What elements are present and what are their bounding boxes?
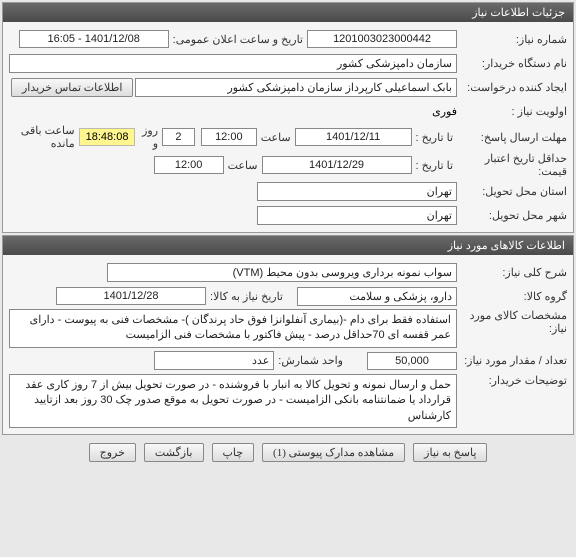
city-value: تهران — [257, 206, 457, 225]
time-label-1: ساعت — [257, 131, 295, 144]
min-valid-date: 1401/12/29 — [262, 156, 412, 174]
spec-value: استفاده فقط برای دام -(بیماری آنفلوانزا … — [9, 309, 457, 348]
row-qty: تعداد / مقدار مورد نیاز: 50,000 واحد شما… — [9, 350, 567, 372]
deadline-date: 1401/12/11 — [295, 128, 412, 146]
buyer-label: نام دستگاه خریدار: — [457, 57, 567, 70]
panel1-body: شماره نیاز: 1201003023000442 تاریخ و ساع… — [3, 22, 573, 232]
action-button-row: پاسخ به نیاز مشاهده مدارک پیوستی (1) چاپ… — [0, 437, 576, 468]
unit-label: واحد شمارش: — [274, 354, 347, 367]
row-group: گروه کالا: دارو، پزشکی و سلامت تاریخ نیا… — [9, 285, 567, 307]
attachments-button[interactable]: مشاهده مدارک پیوستی (1) — [262, 443, 405, 462]
time-label-2: ساعت — [224, 159, 262, 172]
priority-label: اولویت نیاز : — [457, 105, 567, 118]
row-spec: مشخصات کالای مورد نیاز: استفاده فقط برای… — [9, 309, 567, 348]
time-remain: 18:48:08 — [79, 128, 136, 146]
desc-value: سواب نمونه برداری ویروسی بدون محیط (VTM) — [107, 263, 457, 282]
to-date-label-1: تا تاریخ : — [412, 131, 457, 144]
desc-label: شرح کلی نیاز: — [457, 266, 567, 279]
province-value: تهران — [257, 182, 457, 201]
qty-value: 50,000 — [367, 352, 457, 370]
buyer-notes-value: حمل و ارسال نمونه و تحویل کالا به انبار … — [9, 374, 457, 428]
exit-button[interactable]: خروج — [89, 443, 136, 462]
buyer-notes-label: توضیحات خریدار: — [457, 374, 567, 387]
spec-label: مشخصات کالای مورد نیاز: — [457, 309, 567, 335]
announce-label: تاریخ و ساعت اعلان عمومی: — [169, 33, 307, 46]
goods-info-panel: اطلاعات کالاهای مورد نیاز شرح کلی نیاز: … — [2, 235, 574, 435]
qty-label: تعداد / مقدار مورد نیاز: — [457, 354, 567, 367]
city-label: شهر محل تحویل: — [457, 209, 567, 222]
back-button[interactable]: بازگشت — [144, 443, 204, 462]
days-text: روز و — [135, 124, 162, 150]
days-remain: 2 — [162, 128, 195, 146]
need-no-label: شماره نیاز: — [457, 33, 567, 46]
panel2-header: اطلاعات کالاهای مورد نیاز — [3, 236, 573, 255]
announce-value: 1401/12/08 - 16:05 — [19, 30, 169, 48]
reply-button[interactable]: پاسخ به نیاز — [413, 443, 487, 462]
row-city: شهر محل تحویل: تهران — [9, 204, 567, 226]
remain-text: ساعت باقی مانده — [9, 124, 79, 150]
row-province: استان محل تحویل: تهران — [9, 180, 567, 202]
row-requester: ایجاد کننده درخواست: بابک اسماعیلی کارپر… — [9, 76, 567, 98]
min-valid-time: 12:00 — [154, 156, 224, 174]
row-deadline: مهلت ارسال پاسخ: تا تاریخ : 1401/12/11 س… — [9, 124, 567, 150]
deadline-time: 12:00 — [201, 128, 257, 146]
priority-value: فوری — [432, 105, 457, 118]
need-no-value: 1201003023000442 — [307, 30, 457, 48]
requester-label: ایجاد کننده درخواست: — [457, 81, 567, 94]
row-priority: اولویت نیاز : فوری — [9, 100, 567, 122]
panel1-header: جزئیات اطلاعات نیاز — [3, 3, 573, 22]
province-label: استان محل تحویل: — [457, 185, 567, 198]
min-valid-label: حداقل تاریخ اعتبار قیمت: — [457, 152, 567, 178]
buyer-value: سازمان دامپزشکی کشور — [9, 54, 457, 73]
requester-value: بابک اسماعیلی کارپرداز سازمان دامپزشکی ک… — [135, 78, 457, 97]
group-value: دارو، پزشکی و سلامت — [297, 287, 457, 306]
row-buyer-notes: توضیحات خریدار: حمل و ارسال نمونه و تحوی… — [9, 374, 567, 428]
print-button[interactable]: چاپ — [212, 443, 255, 462]
row-need-no: شماره نیاز: 1201003023000442 تاریخ و ساع… — [9, 28, 567, 50]
to-date-label-2: تا تاریخ : — [412, 159, 457, 172]
row-min-valid: حداقل تاریخ اعتبار قیمت: تا تاریخ : 1401… — [9, 152, 567, 178]
contact-buyer-button[interactable]: اطلاعات تماس خریدار — [11, 78, 133, 97]
need-date-value: 1401/12/28 — [56, 287, 206, 305]
panel2-body: شرح کلی نیاز: سواب نمونه برداری ویروسی ب… — [3, 255, 573, 434]
deadline-label: مهلت ارسال پاسخ: — [457, 131, 567, 144]
unit-value: عدد — [154, 351, 274, 370]
need-date-label: تاریخ نیاز به کالا: — [206, 290, 287, 303]
row-desc: شرح کلی نیاز: سواب نمونه برداری ویروسی ب… — [9, 261, 567, 283]
group-label: گروه کالا: — [457, 290, 567, 303]
need-details-panel: جزئیات اطلاعات نیاز شماره نیاز: 12010030… — [2, 2, 574, 233]
row-buyer: نام دستگاه خریدار: سازمان دامپزشکی کشور — [9, 52, 567, 74]
